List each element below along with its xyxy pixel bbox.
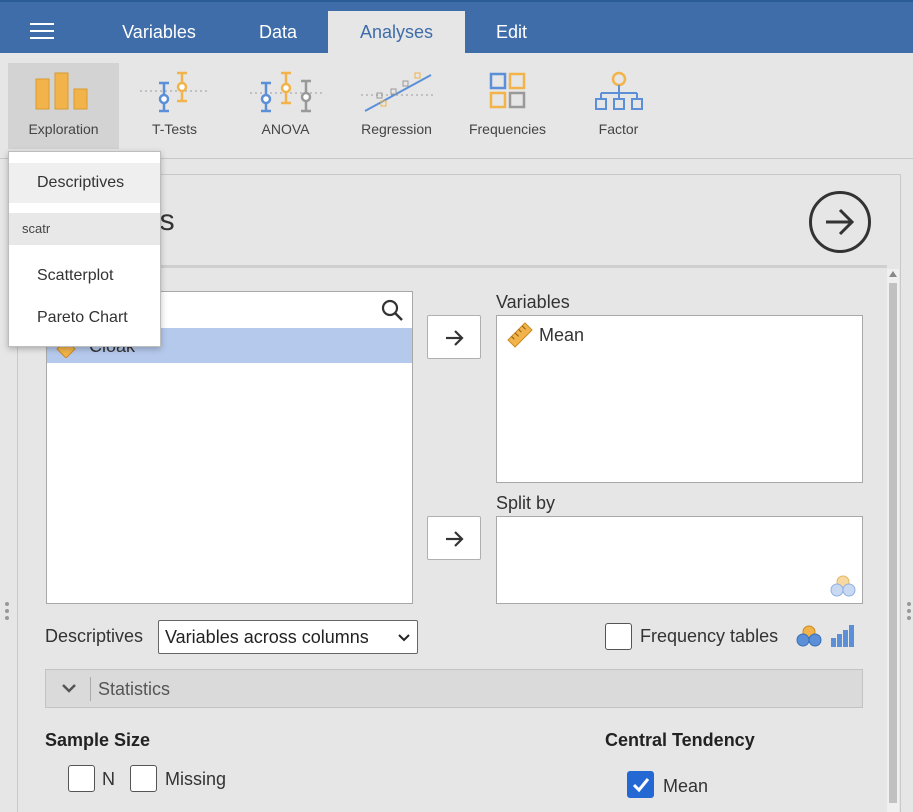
menu-item-pareto-chart[interactable]: Pareto Chart (9, 298, 160, 338)
select-value: Variables across columns (165, 627, 369, 647)
statistics-section-toggle[interactable]: Statistics (45, 669, 863, 708)
menu-bar: Variables Data Analyses Edit (0, 0, 913, 55)
tab-edit[interactable]: Edit (474, 11, 549, 55)
divider (90, 677, 91, 701)
scrollbar[interactable] (887, 269, 899, 812)
statistics-label: Statistics (98, 679, 171, 699)
move-to-split-by-button[interactable] (427, 516, 481, 560)
tab-analyses[interactable]: Analyses (328, 11, 465, 55)
toolbar-exploration[interactable]: Exploration (8, 63, 119, 149)
factor-icon (594, 71, 643, 110)
frequency-tables-label: Frequency tables (640, 626, 779, 646)
toolbar-frequencies[interactable]: Frequencies (452, 63, 563, 149)
descriptives-label: Descriptives (45, 626, 144, 646)
scroll-up-icon[interactable] (889, 271, 897, 277)
arrow-right-icon (446, 330, 464, 346)
toolbar-label: Factor (598, 121, 639, 137)
regression-icon (360, 72, 433, 112)
exploration-icon (35, 72, 87, 110)
toolbar-label: T-Tests (151, 121, 198, 137)
anova-icon (249, 71, 322, 113)
descriptives-layout-select[interactable]: Variables across columns (158, 620, 418, 654)
menu-item-scatterplot[interactable]: Scatterplot (9, 256, 160, 296)
run-analysis-button[interactable] (809, 191, 871, 253)
central-tendency-heading: Central Tendency (605, 730, 755, 750)
sample-size-heading: Sample Size (45, 730, 151, 750)
exploration-dropdown-menu: Descriptives scatr Scatterplot Pareto Ch… (8, 151, 161, 347)
split-by-target-list[interactable] (496, 516, 863, 604)
hamburger-menu-icon[interactable] (30, 23, 54, 39)
toolbar-anova[interactable]: ANOVA (230, 63, 341, 149)
frequency-tables-checkbox[interactable] (605, 623, 632, 650)
menu-group-label: scatr (9, 213, 160, 245)
mean-checkbox[interactable] (627, 771, 654, 798)
toolbar-t-tests[interactable]: T-Tests (119, 63, 230, 149)
chevron-down-icon (398, 634, 410, 642)
toolbar-label: Regression (361, 121, 432, 137)
move-to-variables-button[interactable] (427, 315, 481, 359)
t-tests-icon (139, 71, 210, 113)
menu-item-descriptives[interactable]: Descriptives (9, 163, 160, 203)
tab-data[interactable]: Data (235, 11, 321, 55)
toolbar-label: Exploration (28, 121, 99, 137)
arrow-right-icon (826, 208, 855, 236)
n-checkbox[interactable] (68, 765, 95, 792)
mean-label: Mean (663, 776, 709, 796)
search-icon[interactable] (380, 298, 404, 322)
nominal-variables-icon (796, 625, 822, 647)
variables-target-list[interactable]: Mean (496, 315, 863, 483)
bar-chart-icon (831, 625, 854, 647)
nominal-variables-icon (830, 575, 856, 597)
n-label: N (102, 769, 115, 789)
left-resize-handle[interactable] (4, 602, 10, 624)
missing-checkbox[interactable] (130, 765, 157, 792)
list-item-label: Mean (539, 325, 585, 345)
chevron-down-icon (62, 684, 76, 693)
missing-label: Missing (165, 769, 227, 789)
frequencies-icon (489, 72, 525, 109)
tab-variables[interactable]: Variables (95, 11, 223, 55)
toolbar-label: ANOVA (261, 121, 310, 137)
arrow-right-icon (446, 531, 464, 547)
split-by-label: Split by (496, 493, 556, 513)
scroll-thumb[interactable] (889, 283, 897, 803)
ruler-icon (507, 322, 533, 348)
toolbar-regression[interactable]: Regression (341, 63, 452, 149)
variables-label: Variables (496, 292, 570, 312)
toolbar-factor[interactable]: Factor (563, 63, 674, 149)
toolbar-label: Frequencies (468, 121, 547, 137)
right-resize-handle[interactable] (906, 602, 912, 624)
checkmark-icon (632, 778, 650, 793)
analyses-toolbar: Exploration T-Tests ANOVA Regression Fre… (0, 53, 913, 159)
